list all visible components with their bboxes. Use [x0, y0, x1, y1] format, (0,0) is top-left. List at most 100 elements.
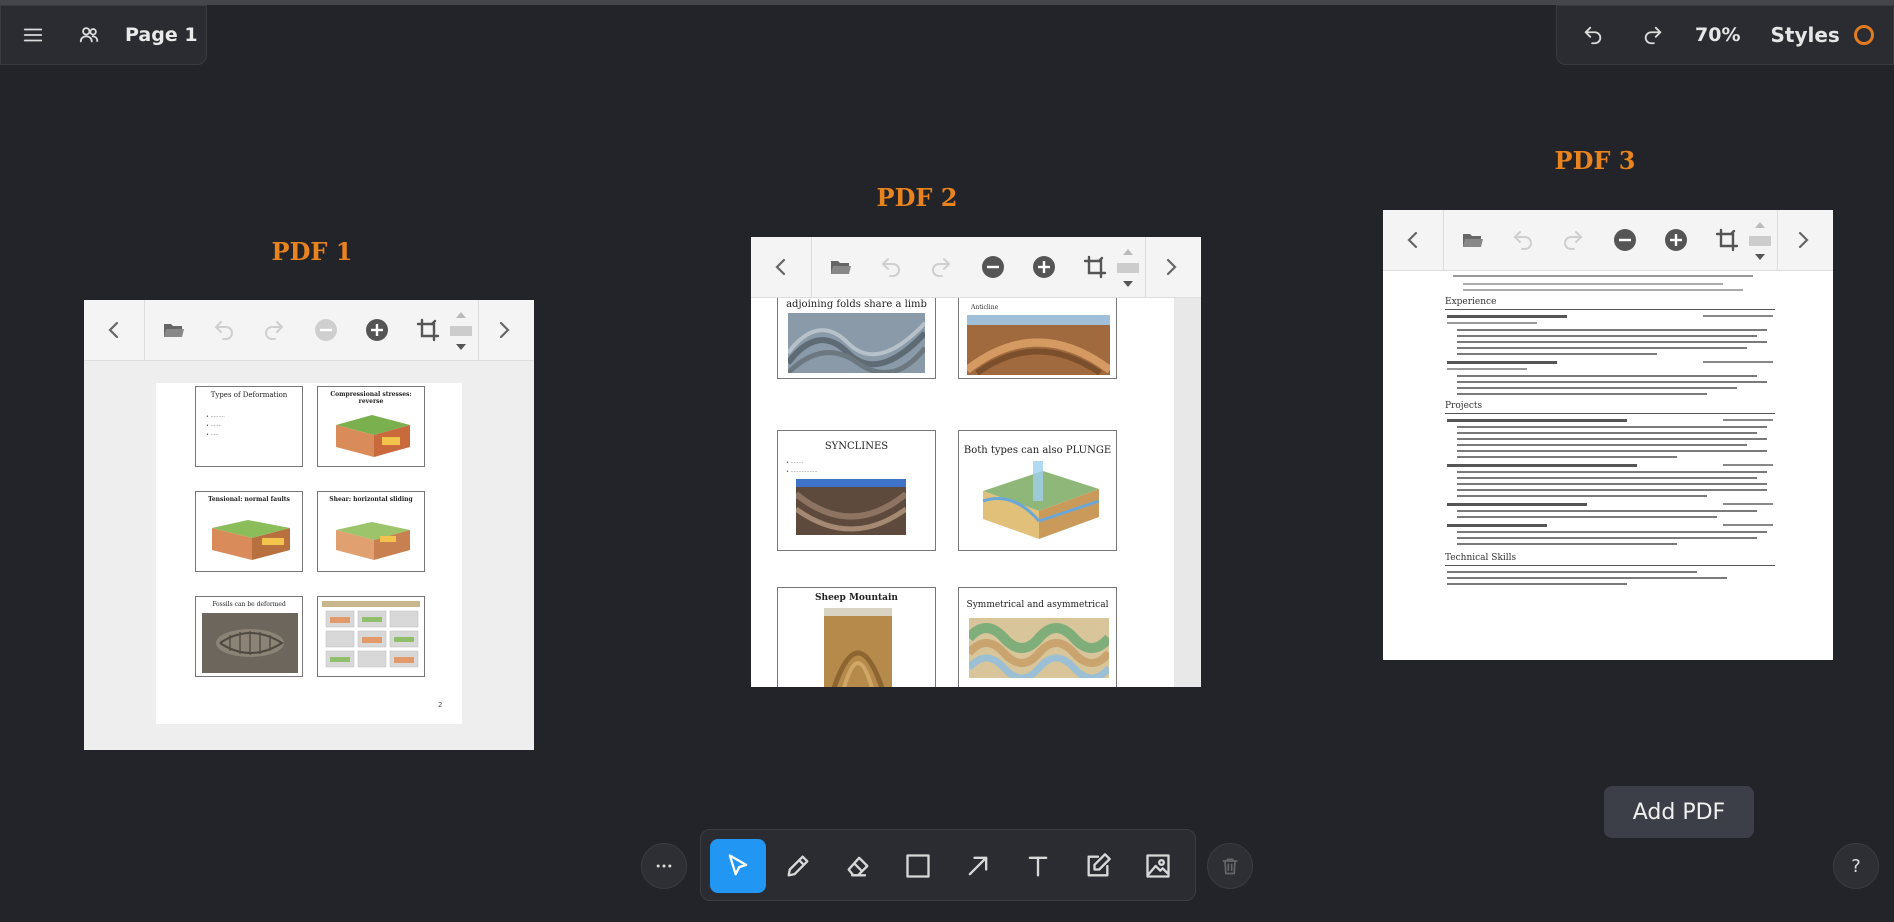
pdf2-slide: Symmetrical and asymmetrical: [958, 587, 1117, 687]
zoom-out-button[interactable]: [308, 312, 344, 348]
text-tool-button[interactable]: [1010, 839, 1066, 893]
menu-button[interactable]: [17, 19, 49, 51]
crop-icon: [1715, 228, 1739, 252]
image-icon: [1146, 854, 1170, 878]
undo-icon: [214, 321, 233, 340]
slide-title: Sheep Mountain: [815, 593, 898, 603]
pdf2-viewer[interactable]: adjoining folds share a limb Anticline S…: [751, 237, 1201, 687]
redo-icon: [932, 258, 951, 277]
prev-page-button[interactable]: [763, 249, 799, 285]
page-scroll-control[interactable]: [1115, 245, 1141, 291]
zoom-out-button[interactable]: [1607, 222, 1643, 258]
undo-icon: [1584, 26, 1602, 45]
viewer-redo-button[interactable]: [1555, 222, 1591, 258]
rectangle-tool-button[interactable]: [890, 839, 946, 893]
scroll-icon: [1117, 249, 1139, 287]
more-options-button[interactable]: [641, 843, 687, 889]
pdf2-slide: Sheep Mountain: [777, 587, 936, 687]
collaborators-button[interactable]: [73, 19, 105, 51]
open-file-button[interactable]: [156, 312, 192, 348]
crop-icon: [1083, 255, 1107, 279]
undo-button[interactable]: [1577, 19, 1609, 51]
zoom-in-icon: [1033, 256, 1055, 278]
note-tool-button[interactable]: [1070, 839, 1126, 893]
chevron-right-icon: [1798, 231, 1809, 249]
pdf2-slide: Anticline: [958, 298, 1117, 379]
style-color-swatch[interactable]: [1853, 25, 1874, 45]
help-button[interactable]: ?: [1833, 843, 1879, 889]
note-icon: [1087, 853, 1111, 877]
arrow-tool-button[interactable]: [950, 839, 1006, 893]
chevron-right-icon: [1166, 258, 1177, 276]
pdf1-page: Types of Deformation • ········· • ······…: [156, 383, 462, 724]
eraser-tool-button[interactable]: [830, 839, 886, 893]
rectangle-icon: [906, 854, 930, 878]
prev-page-button[interactable]: [96, 312, 132, 348]
slide-title: Shear: horizontal sliding: [329, 496, 413, 503]
styles-button[interactable]: Styles: [1770, 23, 1839, 47]
slide-title: Tensional: normal faults: [208, 496, 290, 503]
add-pdf-button[interactable]: Add PDF: [1604, 786, 1754, 838]
pdf3-page-area: Experience Projects Technical Skills: [1383, 271, 1833, 660]
crop-button[interactable]: [410, 312, 446, 348]
page-title[interactable]: Page 1: [125, 24, 198, 46]
pdf1-slide: Compressional stresses: reverse: [317, 386, 425, 467]
undo-icon: [881, 258, 900, 277]
zoom-in-button[interactable]: [1658, 222, 1694, 258]
page-scroll-control[interactable]: [448, 308, 474, 354]
delete-button[interactable]: [1207, 843, 1253, 889]
pdf3-viewer[interactable]: Experience Projects Technical Skills: [1383, 210, 1833, 660]
chevron-right-icon: [499, 321, 510, 339]
scroll-icon: [1749, 222, 1771, 260]
crop-button[interactable]: [1709, 222, 1745, 258]
chevron-left-icon: [108, 321, 119, 339]
open-file-button[interactable]: [1455, 222, 1491, 258]
viewer-redo-button[interactable]: [923, 249, 959, 285]
slide-title: adjoining folds share a limb: [786, 299, 927, 310]
cursor-icon: [728, 854, 748, 876]
anticline-photo: [967, 315, 1110, 375]
next-page-button[interactable]: [1153, 249, 1189, 285]
arrow-icon: [968, 856, 988, 876]
viewer-redo-button[interactable]: [256, 312, 292, 348]
crop-button[interactable]: [1077, 249, 1113, 285]
users-icon: [79, 27, 99, 43]
pdf1-slide: [317, 596, 425, 677]
pencil-tool-button[interactable]: [770, 839, 826, 893]
image-tool-button[interactable]: [1130, 839, 1186, 893]
resume-section-heading: Projects: [1445, 401, 1483, 411]
zoom-in-button[interactable]: [359, 312, 395, 348]
pdf1-viewer[interactable]: Types of Deformation • ········· • ······…: [84, 300, 534, 750]
pdf2-page-area: adjoining folds share a limb Anticline S…: [751, 298, 1201, 687]
open-file-button[interactable]: [823, 249, 859, 285]
redo-icon: [1564, 231, 1583, 250]
pdf1-title: PDF 1: [271, 237, 353, 266]
next-page-button[interactable]: [1785, 222, 1821, 258]
prev-page-button[interactable]: [1395, 222, 1431, 258]
viewer-undo-button[interactable]: [1505, 222, 1541, 258]
redo-button[interactable]: [1637, 19, 1669, 51]
zoom-out-icon: [315, 319, 337, 341]
pdf2-scrollbar-track[interactable]: [1174, 298, 1201, 687]
top-right-panel: 70% Styles: [1556, 5, 1894, 65]
zoom-in-button[interactable]: [1026, 249, 1062, 285]
next-page-button[interactable]: [486, 312, 522, 348]
page-scroll-control[interactable]: [1747, 218, 1773, 264]
slide-title: Compressional stresses: reverse: [330, 391, 412, 405]
slide-title: Symmetrical and asymmetrical: [966, 600, 1109, 610]
viewer-undo-button[interactable]: [206, 312, 242, 348]
folder-icon: [1463, 234, 1483, 247]
pdf3-title: PDF 3: [1554, 146, 1636, 175]
more-icon: [656, 864, 672, 868]
viewer-undo-button[interactable]: [873, 249, 909, 285]
summary-table-graphic: [325, 610, 419, 668]
pdf2-slide: adjoining folds share a limb: [777, 298, 936, 379]
redo-icon: [1644, 26, 1662, 45]
eraser-icon: [847, 856, 869, 877]
fault-block-illustration: [212, 520, 290, 560]
select-tool-button[interactable]: [710, 839, 766, 893]
fossil-photo: [202, 613, 298, 673]
folder-icon: [164, 324, 184, 337]
zoom-level[interactable]: 70%: [1695, 24, 1740, 46]
zoom-out-button[interactable]: [975, 249, 1011, 285]
